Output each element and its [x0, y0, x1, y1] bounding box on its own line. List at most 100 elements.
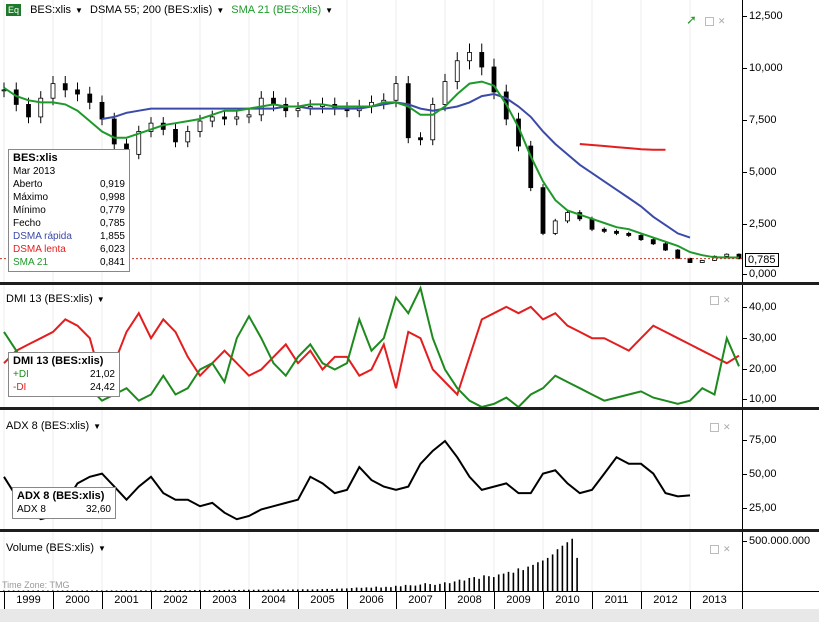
info-row-label: -DI — [13, 382, 27, 393]
volume-label[interactable]: Volume (BES:xlis) — [6, 542, 94, 554]
volume-bar — [483, 575, 485, 591]
volume-bar — [537, 562, 539, 591]
series-label-price[interactable]: BES:xlis — [30, 4, 71, 16]
info-title: BES:xlis — [13, 152, 58, 164]
info-row-value: 21,02 — [89, 369, 115, 380]
year-label: 2006 — [359, 594, 384, 606]
volume-bar — [488, 576, 490, 591]
info-row-value: 32,60 — [85, 504, 111, 515]
info-row-label: DSMA lenta — [13, 244, 66, 255]
price-axis: 12,500 10,000 7,500 5,000 2,500 0,000 0,… — [742, 0, 819, 282]
volume-bar — [502, 573, 505, 591]
dmi-tick: 30,00 — [743, 332, 777, 344]
dmi-tick: 10,00 — [743, 393, 777, 405]
time-axis[interactable]: 1999 2000 2001 2002 2003 2004 2005 2006 2007 2008… — [0, 591, 742, 610]
year-label: 2012 — [653, 594, 678, 606]
year-label: 2001 — [114, 594, 139, 606]
candle-body — [626, 232, 632, 236]
pane-controls: ✕ — [710, 422, 731, 433]
year-label: 2013 — [702, 594, 727, 606]
maximize-icon[interactable] — [710, 296, 719, 306]
adx-axis: 75,00 50,00 25,00 — [742, 410, 819, 529]
dmi-label[interactable]: DMI 13 (BES:xlis) — [6, 293, 93, 305]
year-label: 2011 — [604, 594, 629, 606]
volume-bar — [542, 560, 544, 591]
volume-plot — [3, 532, 691, 591]
candle-body — [87, 93, 93, 103]
maximize-icon[interactable] — [710, 423, 719, 433]
year-label: 2000 — [65, 594, 90, 606]
price-pane: Eq BES:xlis ▼ DSMA 55; 200 (BES:xlis) ▼ SM… — [0, 0, 742, 282]
candle-body — [699, 260, 705, 263]
info-row-value: 0,779 — [99, 205, 125, 216]
timezone-label: Time Zone: TMG — [2, 580, 70, 590]
chevron-down-icon[interactable]: ▼ — [216, 6, 224, 15]
info-title: DMI 13 (BES:xlis) — [13, 355, 104, 367]
info-row-value: 0,841 — [99, 257, 125, 268]
adx-pane: ADX 8 (BES:xlis) ▼ ✕ ADX 8 (BES:xlis) ADX… — [0, 410, 742, 529]
candle-body — [393, 83, 399, 101]
dsma-slow-line[interactable] — [579, 143, 666, 151]
candle-body — [209, 116, 215, 122]
info-row-label: DSMA rápida — [13, 231, 72, 242]
volume-bar — [556, 549, 559, 591]
price-tick: 5,000 — [743, 166, 777, 178]
dmi-info-box: DMI 13 (BES:xlis) +DI 21,02 -DI 24,42 — [8, 352, 120, 397]
info-row-value: 0,785 — [99, 218, 125, 229]
adx-tick: 75,00 — [743, 434, 777, 446]
candle-body — [565, 212, 570, 222]
volume-bar — [448, 583, 451, 591]
trend-arrow-icon[interactable]: ➚ — [686, 12, 697, 27]
series-label-sma[interactable]: SMA 21 (BES:xlis) — [231, 4, 321, 16]
volume-bar — [532, 564, 534, 591]
price-tick: 7,500 — [743, 114, 777, 126]
close-icon[interactable]: ✕ — [723, 422, 731, 432]
candle-body — [418, 137, 423, 141]
volume-bar — [444, 582, 446, 591]
volume-bar — [473, 577, 475, 591]
close-icon[interactable]: ✕ — [723, 295, 731, 305]
info-row-label: ADX 8 — [17, 504, 46, 515]
info-row-value: 0,998 — [99, 192, 125, 203]
candle-body — [638, 235, 644, 241]
chevron-down-icon[interactable]: ▼ — [98, 544, 106, 553]
price-tick: 2,500 — [743, 218, 777, 230]
close-icon[interactable]: ✕ — [718, 16, 726, 26]
candle-body — [479, 52, 485, 68]
price-header: Eq BES:xlis ▼ DSMA 55; 200 (BES:xlis) ▼ SM… — [6, 4, 337, 16]
year-label: 2002 — [163, 594, 188, 606]
volume-bar — [453, 581, 456, 591]
chevron-down-icon[interactable]: ▼ — [325, 6, 333, 15]
info-row: Fecho 0,785 — [13, 217, 125, 230]
info-row: DSMA lenta 6,023 — [13, 243, 125, 256]
adx-tick: 50,00 — [743, 468, 777, 480]
adx-info-box: ADX 8 (BES:xlis) ADX 8 32,60 — [12, 487, 116, 519]
candle-body — [442, 81, 448, 105]
eq-badge-icon[interactable]: Eq — [6, 4, 22, 16]
series-label-dsma[interactable]: DSMA 55; 200 (BES:xlis) — [90, 4, 212, 16]
close-icon[interactable]: ✕ — [723, 544, 731, 554]
volume-pane: Volume (BES:xlis) ▼ ✕ Time Zone: TMG — [0, 532, 742, 591]
maximize-icon[interactable] — [710, 545, 719, 555]
candle-body — [1, 89, 7, 92]
candle-body — [405, 83, 411, 139]
price-tick: 0,000 — [743, 268, 777, 280]
candle-body — [38, 97, 44, 118]
price-tick: 12,500 — [743, 10, 783, 22]
candle-body — [111, 118, 117, 145]
maximize-icon[interactable] — [704, 17, 714, 27]
candle-body — [197, 120, 203, 132]
volume-bar — [522, 570, 524, 591]
chevron-down-icon[interactable]: ▼ — [97, 295, 105, 304]
volume-bar — [571, 538, 573, 591]
info-row-label: SMA 21 — [13, 257, 49, 268]
volume-bar — [463, 580, 466, 591]
volume-bar — [468, 577, 471, 591]
chevron-down-icon[interactable]: ▼ — [75, 6, 83, 15]
chevron-down-icon[interactable]: ▼ — [93, 422, 101, 431]
dmi-axis: 40,00 30,00 20,00 10,00 — [742, 285, 819, 407]
year-label: 2004 — [261, 594, 286, 606]
candle-body — [467, 52, 472, 62]
adx-label[interactable]: ADX 8 (BES:xlis) — [6, 420, 89, 432]
candle-body — [614, 230, 619, 234]
